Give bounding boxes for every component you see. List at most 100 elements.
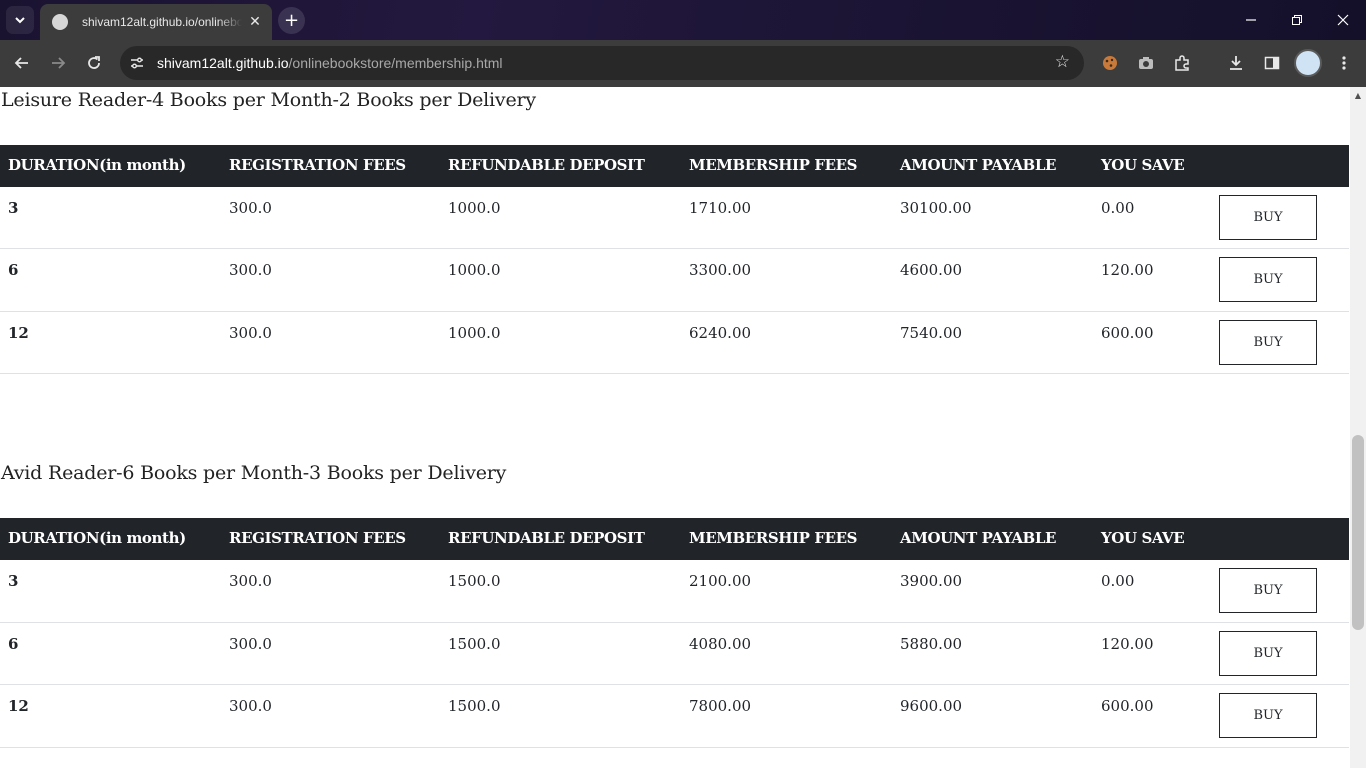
- minimize-button[interactable]: [1228, 0, 1274, 40]
- cell-registration: 300.0: [229, 324, 272, 342]
- cell-duration: 12: [8, 697, 29, 715]
- table-header: DURATION(in month) REGISTRATION FEES REF…: [0, 145, 1349, 187]
- tab-search-button[interactable]: [6, 6, 34, 34]
- address-bar[interactable]: shivam12alt.github.io/onlinebookstore/me…: [120, 46, 1084, 80]
- cell-duration: 6: [8, 635, 19, 653]
- cell-membership: 4080.00: [689, 635, 752, 653]
- table-row: 12 300.0 1000.0 6240.00 7540.00 600.00 B…: [0, 312, 1349, 374]
- cell-deposit: 1000.0: [448, 199, 501, 217]
- cell-save: 0.00: [1101, 199, 1135, 217]
- cell-save: 0.00: [1101, 572, 1135, 590]
- plan-table-avid: DURATION(in month) REGISTRATION FEES REF…: [0, 518, 1349, 748]
- col-deposit: REFUNDABLE DEPOSIT: [448, 529, 645, 547]
- site-info-button[interactable]: [122, 48, 152, 78]
- minimize-icon: [1246, 19, 1256, 21]
- cell-registration: 300.0: [229, 697, 272, 715]
- profile-avatar[interactable]: [1294, 49, 1322, 77]
- table-header: DURATION(in month) REGISTRATION FEES REF…: [0, 518, 1349, 560]
- close-icon: [1337, 14, 1349, 26]
- buy-button[interactable]: BUY: [1219, 693, 1317, 738]
- col-save: YOU SAVE: [1101, 156, 1185, 174]
- reload-button[interactable]: [79, 48, 109, 78]
- tab-strip: shivam12alt.github.io/onlinebookstore/me…: [0, 0, 1366, 40]
- buy-button[interactable]: BUY: [1219, 568, 1317, 613]
- reload-icon: [88, 56, 100, 69]
- tab-title: shivam12alt.github.io/onlinebookstore/me…: [82, 15, 242, 29]
- cell-deposit: 1500.0: [448, 635, 501, 653]
- arrow-right-icon: [52, 57, 66, 69]
- chevron-down-icon: [15, 17, 25, 24]
- cell-duration: 6: [8, 261, 19, 279]
- cell-deposit: 1000.0: [448, 324, 501, 342]
- kebab-menu-icon[interactable]: [1333, 52, 1355, 74]
- table-row: 3 300.0 1500.0 2100.00 3900.00 0.00 BUY: [0, 560, 1349, 623]
- cell-deposit: 1000.0: [448, 261, 501, 279]
- cell-membership: 2100.00: [689, 572, 752, 590]
- bookmark-star-icon[interactable]: ☆: [1055, 52, 1070, 72]
- table-row: 3 300.0 1000.0 1710.00 30100.00 0.00 BUY: [0, 187, 1349, 249]
- cell-duration: 3: [8, 199, 19, 217]
- extensions-puzzle-icon[interactable]: [1171, 52, 1193, 74]
- col-registration: REGISTRATION FEES: [229, 156, 406, 174]
- cell-registration: 300.0: [229, 572, 272, 590]
- buy-button[interactable]: BUY: [1219, 631, 1317, 676]
- table-row: 6 300.0 1500.0 4080.00 5880.00 120.00 BU…: [0, 623, 1349, 685]
- cell-registration: 300.0: [229, 261, 272, 279]
- cell-payable: 30100.00: [900, 199, 972, 217]
- cell-save: 600.00: [1101, 697, 1154, 715]
- url-text: shivam12alt.github.io/onlinebookstore/me…: [157, 55, 503, 71]
- active-tab[interactable]: shivam12alt.github.io/onlinebookstore/me…: [40, 4, 272, 40]
- col-duration: DURATION(in month): [8, 156, 186, 174]
- cell-payable: 9600.00: [900, 697, 963, 715]
- col-duration: DURATION(in month): [8, 529, 186, 547]
- side-panel-icon[interactable]: [1261, 52, 1283, 74]
- back-button[interactable]: [7, 48, 37, 78]
- restore-icon: [1292, 15, 1302, 25]
- col-payable: AMOUNT PAYABLE: [900, 529, 1057, 547]
- cell-payable: 3900.00: [900, 572, 963, 590]
- plan-heading-leisure: Leisure Reader-4 Books per Month-2 Books…: [1, 89, 536, 111]
- cell-save: 600.00: [1101, 324, 1154, 342]
- cell-duration: 12: [8, 324, 29, 342]
- col-registration: REGISTRATION FEES: [229, 529, 406, 547]
- camera-extension-icon[interactable]: [1135, 52, 1157, 74]
- cell-deposit: 1500.0: [448, 572, 501, 590]
- cell-registration: 300.0: [229, 635, 272, 653]
- cell-registration: 300.0: [229, 199, 272, 217]
- arrow-left-icon: [14, 57, 28, 69]
- cell-payable: 5880.00: [900, 635, 963, 653]
- col-deposit: REFUNDABLE DEPOSIT: [448, 156, 645, 174]
- url-host: shivam12alt.github.io: [157, 55, 289, 71]
- globe-icon: [52, 14, 68, 30]
- buy-button[interactable]: BUY: [1219, 257, 1317, 302]
- cell-duration: 3: [8, 572, 19, 590]
- scroll-up-arrow-icon[interactable]: ▲: [1350, 87, 1366, 103]
- download-icon[interactable]: [1225, 52, 1247, 74]
- plan-table-leisure: DURATION(in month) REGISTRATION FEES REF…: [0, 145, 1349, 374]
- col-payable: AMOUNT PAYABLE: [900, 156, 1057, 174]
- tab-close-button[interactable]: ✕: [246, 14, 264, 30]
- table-row: 6 300.0 1000.0 3300.00 4600.00 120.00 BU…: [0, 249, 1349, 312]
- new-tab-button[interactable]: +: [278, 7, 305, 34]
- scrollbar-thumb[interactable]: [1352, 435, 1364, 630]
- cell-save: 120.00: [1101, 261, 1154, 279]
- url-path: /onlinebookstore/membership.html: [288, 55, 503, 71]
- table-row: 12 300.0 1500.0 7800.00 9600.00 600.00 B…: [0, 685, 1349, 748]
- col-membership: MEMBERSHIP FEES: [689, 156, 858, 174]
- buy-button[interactable]: BUY: [1219, 195, 1317, 240]
- col-save: YOU SAVE: [1101, 529, 1185, 547]
- col-membership: MEMBERSHIP FEES: [689, 529, 858, 547]
- cell-deposit: 1500.0: [448, 697, 501, 715]
- close-window-button[interactable]: [1320, 0, 1366, 40]
- buy-button[interactable]: BUY: [1219, 320, 1317, 365]
- vertical-scrollbar[interactable]: ▲: [1350, 87, 1366, 768]
- cell-membership: 6240.00: [689, 324, 752, 342]
- cell-payable: 7540.00: [900, 324, 963, 342]
- cell-payable: 4600.00: [900, 261, 963, 279]
- cookie-extension-icon[interactable]: [1099, 52, 1121, 74]
- plan-heading-avid: Avid Reader-6 Books per Month-3 Books pe…: [1, 462, 507, 484]
- cell-membership: 1710.00: [689, 199, 752, 217]
- restore-button[interactable]: [1274, 0, 1320, 40]
- cell-membership: 3300.00: [689, 261, 752, 279]
- forward-button[interactable]: [43, 48, 73, 78]
